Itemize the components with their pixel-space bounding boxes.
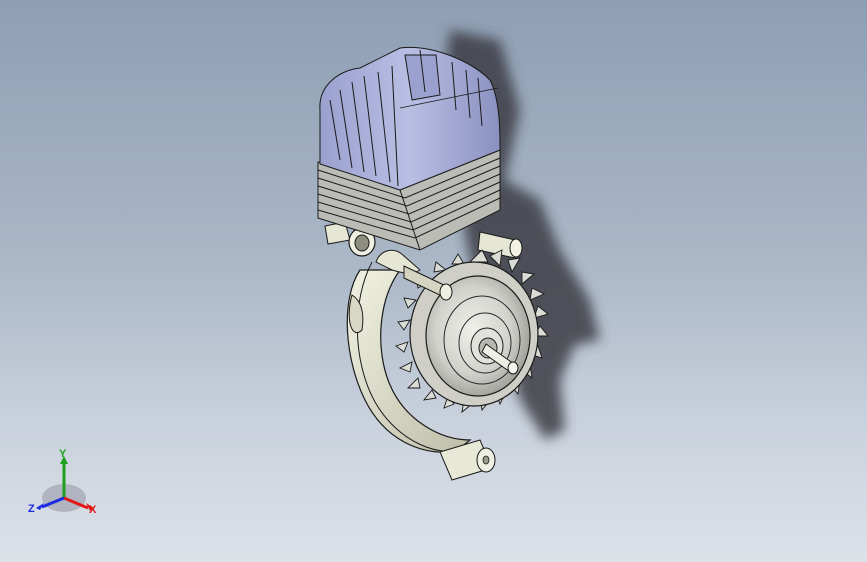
z-axis-label: Z bbox=[28, 503, 35, 515]
x-axis-label: X bbox=[89, 504, 97, 516]
engine-3d-model[interactable] bbox=[0, 0, 867, 562]
view-orientation-triad: Y Z X bbox=[24, 448, 108, 524]
y-axis-label: Y bbox=[59, 448, 67, 460]
graphics-viewport[interactable]: Y Z X bbox=[0, 0, 867, 562]
